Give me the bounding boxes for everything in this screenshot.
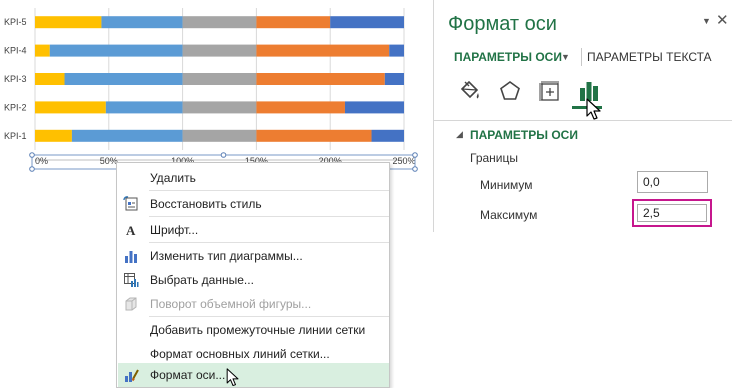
bar-segment[interactable] [389,44,404,57]
tab-separator [581,48,582,66]
menu-item-font[interactable]: A Шрифт... [118,218,389,242]
bar-segment[interactable] [182,129,257,142]
menu-item-label: Шрифт... [150,223,199,237]
selection-handle[interactable] [220,152,227,158]
chart-canvas[interactable]: KPI-5KPI-4KPI-3KPI-2KPI-10% 50% 100% 150% 20… [0,0,420,172]
menu-separator [149,242,389,243]
category-label: KPI-5 [4,17,27,27]
bar-segment[interactable] [384,73,404,85]
category-label: KPI-4 [4,46,27,56]
font-icon: A [126,223,136,238]
menu-item-3d-rotation: Поворот объемной фигуры... [118,292,389,316]
category-label: KPI-3 [4,74,27,84]
tab-axis-options[interactable]: ПАРАМЕТРЫ ОСИ [454,50,562,64]
menu-item-reset-style[interactable]: Восстановить стиль [118,192,389,216]
mouse-cursor-icon [586,98,601,120]
menu-item-select-data[interactable]: Выбрать данные... [118,268,389,292]
tab-text-options[interactable]: ПАРАМЕТРЫ ТЕКСТА [587,50,712,64]
minimum-input[interactable] [637,171,708,193]
bar-segment[interactable] [71,129,183,142]
selection-handle[interactable] [412,152,418,158]
minimum-label: Минимум [480,178,533,192]
pane-divider [434,120,732,121]
section-axis-options[interactable]: ПАРАМЕТРЫ ОСИ [470,128,578,142]
bar-segment[interactable] [182,16,257,29]
selection-handle[interactable] [29,152,35,158]
menu-item-delete[interactable]: Удалить [118,166,389,190]
size-properties-icon[interactable] [536,78,562,104]
menu-item-label: Выбрать данные... [150,273,254,287]
bar-segment[interactable] [35,16,102,29]
menu-item-label: Добавить промежуточные линии сетки [150,323,366,337]
pane-options-dropdown[interactable]: ▼ [702,16,711,26]
bar-segment[interactable] [105,101,183,114]
maximum-input-highlight [632,199,712,227]
menu-item-change-chart-type[interactable]: Изменить тип диаграммы... [118,244,389,268]
select-data-icon [124,273,139,287]
mouse-cursor-icon [226,368,239,386]
pane-title: Формат оси [448,13,557,35]
menu-item-label: Изменить тип диаграммы... [150,249,303,263]
bar-segment[interactable] [64,73,183,85]
selection-handle[interactable] [29,166,35,172]
format-axis-pane: Формат оси ▼ ✕ ПАРАМЕТРЫ ОСИ ▼ ПАРАМЕТРЫ… [433,0,732,232]
format-axis-icon [125,369,139,382]
bar-segment[interactable] [182,101,257,114]
bar-segment[interactable] [256,129,372,142]
bar-segment[interactable] [182,44,257,57]
svg-text:A: A [126,223,136,238]
menu-item-label: Восстановить стиль [150,197,262,211]
maximum-label: Максимум [480,208,538,222]
chevron-down-icon[interactable]: ▼ [561,52,570,62]
bar-segment[interactable] [371,129,404,142]
bar-segment[interactable] [330,16,404,29]
menu-item-add-minor-gridlines[interactable]: Добавить промежуточные линии сетки [118,318,389,342]
menu-separator [149,216,389,217]
bar-segment[interactable] [182,73,257,85]
selection-handle[interactable] [412,166,418,172]
3d-rotation-icon [125,297,137,311]
paint-bucket-icon[interactable] [456,78,482,104]
menu-item-label: Формат оси... [150,368,226,382]
bar-segment[interactable] [256,73,385,85]
menu-item-label: Формат основных линий сетки... [150,347,330,361]
context-menu: Удалить Восстановить стиль A Шрифт... Из… [116,162,390,388]
category-label: KPI-2 [4,102,27,112]
bar-segment[interactable] [256,16,331,29]
menu-separator [149,190,389,191]
menu-item-format-axis[interactable]: Формат оси... [118,363,389,387]
reset-style-icon [123,196,138,211]
menu-item-label: Удалить [150,171,196,185]
bar-segment[interactable] [35,44,50,57]
bar-segment[interactable] [256,44,390,57]
maximum-input[interactable] [637,204,707,222]
bar-segment[interactable] [344,101,404,114]
pentagon-icon[interactable] [497,78,523,104]
close-icon[interactable]: ✕ [716,11,729,29]
bar-segment[interactable] [256,101,345,114]
bar-segment[interactable] [35,129,72,142]
bar-segment[interactable] [101,16,183,29]
bar-segment[interactable] [49,44,183,57]
x-tick-label: 250% [392,156,415,166]
x-tick-label: 0% [35,156,48,166]
stacked-bar-chart[interactable]: KPI-5 KPI-4 KPI-3 KPI-2 KPI-1 0% 50% 100% 150% 20… [0,0,420,172]
menu-separator [149,316,389,317]
chart-type-icon [125,251,137,263]
bar-segment[interactable] [35,101,106,114]
bar-segment[interactable] [35,73,65,85]
section-collapse-icon[interactable]: ◢ [456,129,463,140]
menu-item-label: Поворот объемной фигуры... [150,297,312,311]
category-label: KPI-1 [4,131,27,141]
bounds-heading: Границы [470,151,518,165]
